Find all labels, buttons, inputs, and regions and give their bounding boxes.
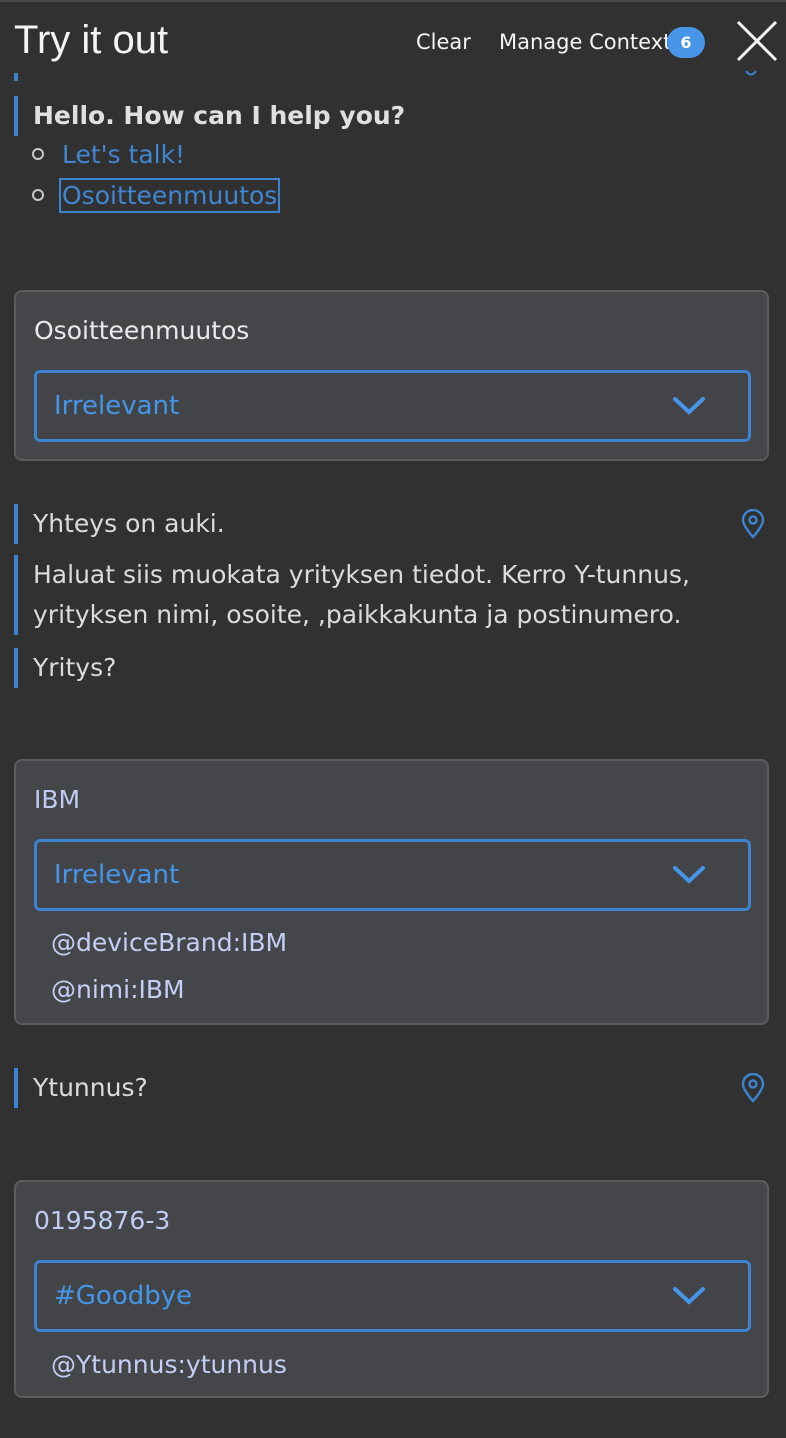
- chevron-down-icon: [673, 397, 705, 415]
- bot-message: Yritys?: [14, 648, 116, 688]
- chevron-down-icon: [673, 1287, 705, 1305]
- intent-selected-value: Irrelevant: [54, 860, 180, 890]
- bullet-icon: [32, 189, 44, 201]
- intent-select[interactable]: #Goodbye: [34, 1260, 751, 1332]
- bot-message: Ytunnus?: [14, 1068, 148, 1108]
- entity-tag[interactable]: @deviceBrand:IBM: [51, 926, 287, 960]
- scroll-edge-marker: [14, 73, 18, 81]
- location-pin-icon: [745, 70, 757, 76]
- option-lets-talk[interactable]: Let's talk!: [32, 137, 185, 173]
- chevron-down-icon: [673, 866, 705, 884]
- user-message-text: IBM: [34, 785, 81, 814]
- user-message-text: Osoitteenmuutos: [34, 316, 250, 345]
- entity-tag[interactable]: @nimi:IBM: [51, 973, 185, 1007]
- page-title: Try it out: [14, 18, 169, 62]
- user-message-card: Osoitteenmuutos Irrelevant: [14, 290, 769, 461]
- location-pin-icon[interactable]: [740, 1073, 766, 1103]
- manage-context-button[interactable]: Manage Context: [499, 28, 671, 56]
- user-message-card: 0195876-3 #Goodbye @Ytunnus:ytunnus: [14, 1180, 769, 1398]
- bot-message-greeting: Hello. How can I help you?: [14, 96, 405, 136]
- location-pin-icon[interactable]: [740, 509, 766, 539]
- header: Try it out Clear Manage Context 6: [0, 0, 786, 78]
- intent-selected-value: Irrelevant: [54, 391, 180, 421]
- intent-select[interactable]: Irrelevant: [34, 370, 751, 442]
- user-message-card: IBM Irrelevant @deviceBrand:IBM @nimi:IB…: [14, 759, 769, 1025]
- user-message-text: 0195876-3: [34, 1206, 171, 1235]
- bot-message: Haluat siis muokata yrityksen tiedot. Ke…: [14, 555, 734, 635]
- option-label[interactable]: Let's talk!: [62, 140, 185, 169]
- intent-selected-value: #Goodbye: [54, 1281, 193, 1311]
- option-osoitteenmuutos[interactable]: Osoitteenmuutos: [32, 178, 281, 214]
- bullet-icon: [32, 148, 44, 160]
- entity-tag[interactable]: @Ytunnus:ytunnus: [51, 1348, 287, 1382]
- close-button[interactable]: [736, 20, 778, 62]
- intent-select[interactable]: Irrelevant: [34, 839, 751, 911]
- option-label[interactable]: Osoitteenmuutos: [58, 178, 281, 213]
- context-count-badge[interactable]: 6: [667, 27, 705, 58]
- bot-message: Yhteys on auki.: [14, 504, 225, 544]
- clear-button[interactable]: Clear: [416, 28, 471, 56]
- close-icon: [736, 20, 778, 62]
